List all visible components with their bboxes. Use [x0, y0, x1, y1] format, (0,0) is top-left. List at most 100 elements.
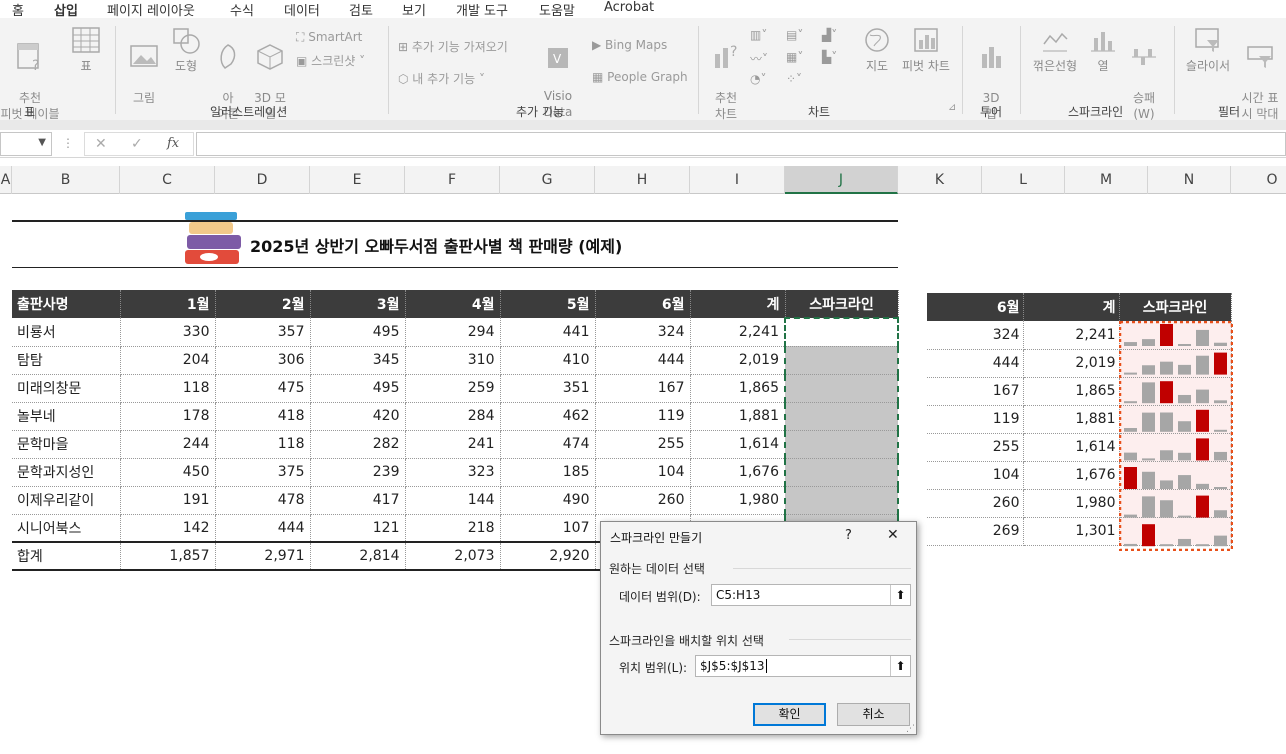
preview-cell[interactable]: 324 — [927, 321, 1024, 350]
preview-header-cell[interactable]: 6월 — [927, 293, 1024, 321]
sparkline-target-cell[interactable] — [784, 374, 899, 403]
table-cell[interactable]: 178 — [120, 402, 216, 431]
tab-acrobat[interactable]: Acrobat — [604, 0, 654, 15]
col-header-l[interactable]: L — [982, 166, 1065, 194]
tab-developer[interactable]: 개발 도구 — [456, 0, 508, 19]
table-cell[interactable]: 2,241 — [690, 318, 786, 347]
table-header-cell[interactable]: 1월 — [120, 290, 216, 318]
table-cell[interactable]: 탐탐 — [12, 346, 121, 375]
sparkline-winloss-button[interactable]: 승패 (W) — [1126, 26, 1162, 122]
slicer-button[interactable]: 슬라이서 — [1180, 26, 1236, 74]
total-cell[interactable]: 2,073 — [405, 541, 501, 571]
preview-cell[interactable]: 260 — [927, 489, 1024, 518]
table-cell[interactable]: 282 — [310, 430, 406, 459]
col-header-b[interactable]: B — [12, 166, 120, 194]
table-cell[interactable]: 118 — [215, 430, 311, 459]
table-cell[interactable]: 417 — [310, 486, 406, 515]
hierarchy-chart-button[interactable]: ▤˅ — [786, 28, 803, 42]
table-cell[interactable]: 1,614 — [690, 430, 786, 459]
tab-review[interactable]: 검토 — [349, 0, 373, 19]
col-header-c[interactable]: C — [120, 166, 215, 194]
my-addins-button[interactable]: ⬡ 내 추가 기능 ˅ — [398, 70, 485, 87]
chart-dialog-launcher-icon[interactable]: ⊿ — [948, 102, 956, 113]
table-cell[interactable]: 이제우리같이 — [12, 486, 121, 515]
table-header-cell[interactable]: 계 — [690, 290, 786, 318]
get-addins-button[interactable]: ⊞ 추가 기능 가져오기 — [398, 38, 508, 55]
table-cell[interactable]: 118 — [120, 374, 216, 403]
collapse-range-icon[interactable]: ⬆ — [890, 585, 910, 605]
pivot-chart-button[interactable]: 피벗 차트 — [898, 26, 954, 74]
cancel-button[interactable]: 취소 — [837, 703, 910, 726]
table-cell[interactable]: 241 — [405, 430, 501, 459]
table-cell[interactable]: 1,980 — [690, 486, 786, 515]
name-box[interactable]: ▼ — [0, 132, 52, 156]
sparkline-target-cell[interactable] — [784, 486, 899, 515]
recommended-charts-button[interactable]: ? 추천 차트 — [706, 26, 746, 122]
stat-chart-button[interactable]: ▦˅ — [786, 50, 803, 64]
table-cell[interactable]: 475 — [215, 374, 311, 403]
table-cell[interactable]: 191 — [120, 486, 216, 515]
timeline-button[interactable]: 시간 표 시 막대 — [1236, 26, 1284, 122]
preview-cell[interactable]: 119 — [927, 405, 1024, 434]
table-cell[interactable]: 104 — [595, 458, 691, 487]
table-cell[interactable]: 185 — [500, 458, 596, 487]
table-cell[interactable]: 204 — [120, 346, 216, 375]
table-cell[interactable]: 324 — [595, 318, 691, 347]
table-button[interactable]: 표 — [68, 26, 104, 74]
table-cell[interactable]: 미래의창문 — [12, 374, 121, 403]
preview-cell[interactable]: 1,980 — [1023, 489, 1120, 518]
sparkline-column-button[interactable]: 열 — [1086, 26, 1120, 74]
preview-cell[interactable]: 2,241 — [1023, 321, 1120, 350]
maps-button[interactable]: 지도 — [860, 26, 894, 74]
data-range-input[interactable]: C5:H13 ⬆ — [711, 584, 911, 606]
table-cell[interactable]: 474 — [500, 430, 596, 459]
col-header-g[interactable]: G — [500, 166, 595, 194]
people-graph-button[interactable]: ▦ People Graph — [592, 70, 688, 84]
pie-chart-button[interactable]: ◔˅ — [750, 72, 766, 86]
table-cell[interactable]: 345 — [310, 346, 406, 375]
preview-header-cell[interactable]: 계 — [1023, 293, 1120, 321]
table-cell[interactable]: 462 — [500, 402, 596, 431]
total-cell[interactable]: 2,814 — [310, 541, 406, 571]
ok-button[interactable]: 확인 — [753, 703, 826, 726]
table-cell[interactable]: 351 — [500, 374, 596, 403]
table-cell[interactable]: 294 — [405, 318, 501, 347]
sparkline-line-button[interactable]: 꺾은선형 — [1028, 26, 1082, 74]
preview-cell[interactable]: 269 — [927, 517, 1024, 546]
table-cell[interactable]: 375 — [215, 458, 311, 487]
col-header-a[interactable]: A — [0, 166, 12, 194]
table-cell[interactable]: 121 — [310, 514, 406, 543]
col-header-h[interactable]: H — [595, 166, 690, 194]
table-cell[interactable]: 시니어북스 — [12, 514, 121, 543]
table-cell[interactable]: 255 — [595, 430, 691, 459]
location-range-input[interactable]: $J$5:$J$13 ⬆ — [695, 655, 911, 677]
table-header-cell[interactable]: 6월 — [595, 290, 691, 318]
col-header-d[interactable]: D — [215, 166, 310, 194]
sparkline-target-cell[interactable] — [784, 430, 899, 459]
scatter-chart-button[interactable]: ⁘˅ — [786, 72, 802, 86]
table-cell[interactable]: 478 — [215, 486, 311, 515]
bing-maps-button[interactable]: ▶ Bing Maps — [592, 38, 667, 52]
table-cell[interactable]: 495 — [310, 374, 406, 403]
preview-cell[interactable]: 167 — [927, 377, 1024, 406]
column-chart-button[interactable]: ▥˅ — [750, 28, 767, 42]
table-cell[interactable]: 2,019 — [690, 346, 786, 375]
table-cell[interactable]: 418 — [215, 402, 311, 431]
col-header-o[interactable]: O — [1231, 166, 1286, 194]
col-header-j[interactable]: J — [785, 166, 898, 194]
table-cell[interactable]: 1,881 — [690, 402, 786, 431]
table-cell[interactable]: 444 — [215, 514, 311, 543]
table-cell[interactable]: 410 — [500, 346, 596, 375]
tab-page-layout[interactable]: 페이지 레이아웃 — [107, 0, 195, 19]
col-header-m[interactable]: M — [1065, 166, 1148, 194]
table-cell[interactable]: 323 — [405, 458, 501, 487]
col-header-f[interactable]: F — [405, 166, 500, 194]
shapes-button[interactable]: 도형 — [168, 26, 204, 74]
picture-button[interactable]: 그림 — [126, 26, 162, 106]
tab-help[interactable]: 도움말 — [539, 0, 575, 19]
total-cell[interactable]: 1,857 — [120, 541, 216, 571]
preview-cell[interactable]: 2,019 — [1023, 349, 1120, 378]
table-cell[interactable]: 306 — [215, 346, 311, 375]
screenshot-button[interactable]: ▣ 스크린샷 ˅ — [296, 52, 365, 69]
col-header-k[interactable]: K — [898, 166, 982, 194]
